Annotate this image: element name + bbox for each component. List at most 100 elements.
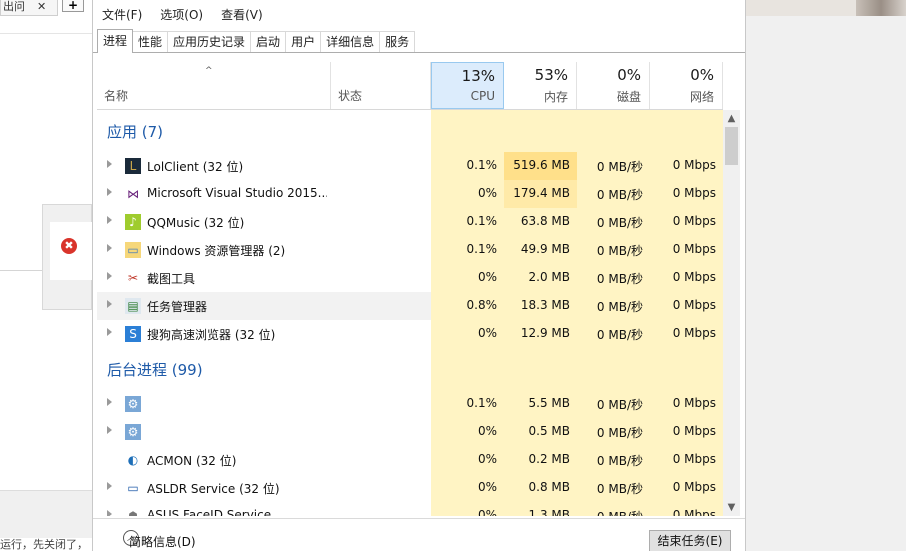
scroll-down-icon[interactable]: ▼ [723,499,740,516]
process-list: 应用 (7) L LolClient (32 位) 0.1% 519.6 MB 0 MB/… [97,110,723,516]
process-cpu-value: 0% [477,452,497,466]
process-row[interactable]: ▭ Windows 资源管理器 (2) 0.1% 49.9 MB 0 MB/秒 0 Mbp… [97,236,723,264]
background-panel [0,490,92,538]
background-divider [0,33,92,34]
network-column-label: 网络 [689,90,714,104]
new-tab-button[interactable]: + [62,0,84,12]
process-disk-value: 0 MB/秒 [596,454,643,468]
background-browser-tab[interactable]: 出问 ✕ [0,0,58,16]
process-mem-value: 2.0 MB [528,270,570,284]
scrollbar-thumb[interactable] [725,127,738,165]
process-name: ACMON (32 位) [147,454,237,468]
column-network-header[interactable]: 0% 网络 [650,62,723,109]
chevron-right-icon[interactable] [107,188,112,196]
tab-startup[interactable]: 启动 [250,31,287,53]
process-cpu-value: 0.1% [466,396,498,410]
process-row[interactable]: ⚙ 0% 0.5 MB 0 MB/秒 0 Mbps [97,418,723,446]
column-name-header[interactable]: ^ 名称 [97,62,331,109]
scroll-up-icon[interactable]: ▲ [723,110,740,127]
tab-app-history[interactable]: 应用历史记录 [167,31,252,53]
tab-processes[interactable]: 进程 [97,29,134,53]
process-cpu-value: 0.1% [466,158,498,172]
tab-details[interactable]: 详细信息 [320,31,381,53]
process-net-value: 0 Mbps [672,452,716,466]
process-net-value: 0 Mbps [672,326,716,340]
disk-total-percent: 0% [617,66,641,84]
process-name: 截图工具 [147,272,196,286]
menu-view[interactable]: 查看(V) [212,6,272,24]
process-disk-value: 0 MB/秒 [596,216,643,230]
process-net-value: 0 Mbps [672,158,716,172]
column-status-header[interactable]: 状态 [331,62,431,109]
process-net-value: 0 Mbps [672,214,716,228]
menu-options[interactable]: 选项(O) [151,6,212,24]
chevron-right-icon[interactable] [107,482,112,490]
error-icon: ✖ [61,238,77,254]
process-row[interactable]: ◐ ACMON (32 位) 0% 0.2 MB 0 MB/秒 0 Mbps [97,446,723,474]
chevron-right-icon[interactable] [107,426,112,434]
process-name: Windows 资源管理器 (2) [147,244,286,258]
acmon-icon: ◐ [127,453,139,467]
chevron-right-icon[interactable] [107,272,112,280]
process-cpu-value: 0.1% [466,214,498,228]
column-status-label: 状态 [338,89,363,103]
chevron-right-icon[interactable] [107,398,112,406]
process-net-value: 0 Mbps [672,480,716,494]
close-icon[interactable]: ✕ [37,0,46,14]
column-memory-header[interactable]: 53% 内存 [504,62,577,109]
chevron-right-icon[interactable] [107,216,112,224]
process-row[interactable]: ☗ ASUS FaceID Service 0% 1.3 MB 0 MB/秒 0 Mbps [97,502,723,516]
sogou-browser-icon: S [125,326,141,342]
process-mem-value: 63.8 MB [520,214,570,228]
process-mem-value: 519.6 MB [513,158,570,172]
tab-divider [93,52,745,53]
process-name: 搜狗高速浏览器 (32 位) [147,328,276,342]
disk-column-label: 磁盘 [616,90,641,104]
snipping-tool-icon: ✂ [127,271,139,285]
process-mem-value: 1.3 MB [528,508,570,516]
cpu-total-percent: 13% [461,67,495,85]
process-name: QQMusic (32 位) [147,216,245,230]
background-text: 运行，先关闭了， [0,538,88,551]
process-row[interactable]: ✂ 截图工具 0% 2.0 MB 0 MB/秒 0 Mbps [97,264,723,292]
cpu-column-label: CPU [470,89,495,103]
group-header: 后台进程 (99) [97,348,723,390]
lol-icon: L [125,158,141,174]
vertical-scrollbar[interactable]: ▲ ▼ [723,110,740,516]
process-row[interactable]: ▭ ASLDR Service (32 位) 0% 0.8 MB 0 MB/秒 0 Mbp… [97,474,723,502]
tab-services[interactable]: 服务 [379,31,416,53]
process-row[interactable]: ▤ 任务管理器 0.8% 18.3 MB 0 MB/秒 0 Mbps [97,292,723,320]
process-net-value: 0 Mbps [672,270,716,284]
window-icon: ▭ [127,481,139,495]
group-title: 应用 (7) [107,123,164,141]
process-cpu-value: 0% [477,480,497,494]
chevron-right-icon[interactable] [107,300,112,308]
process-mem-value: 0.8 MB [528,480,570,494]
process-row[interactable]: ⚙ 0.1% 5.5 MB 0 MB/秒 0 Mbps [97,390,723,418]
process-disk-value: 0 MB/秒 [596,160,643,174]
menu-file[interactable]: 文件(F) [93,6,151,24]
group-header: 应用 (7) [97,110,723,152]
tab-users[interactable]: 用户 [285,31,322,53]
tab-performance[interactable]: 性能 [132,31,169,53]
column-cpu-header[interactable]: 13% CPU [431,62,504,109]
end-task-button[interactable]: 结束任务(E) [649,530,731,551]
process-mem-value: 179.4 MB [513,186,570,200]
process-row[interactable]: L LolClient (32 位) 0.1% 519.6 MB 0 MB/秒 0 Mbp… [97,152,723,180]
process-disk-value: 0 MB/秒 [596,398,643,412]
group-title: 后台进程 (99) [107,361,203,379]
process-cpu-value: 0% [477,508,497,516]
chevron-right-icon[interactable] [107,510,112,516]
chevron-right-icon[interactable] [107,244,112,252]
network-total-percent: 0% [690,66,714,84]
process-row[interactable]: ⋈ Microsoft Visual Studio 2015... 0% 179.4 … [97,180,723,208]
process-row[interactable]: ♪ QQMusic (32 位) 0.1% 63.8 MB 0 MB/秒 0 Mbps [97,208,723,236]
process-row[interactable]: S 搜狗高速浏览器 (32 位) 0% 12.9 MB 0 MB/秒 0 Mbps [97,320,723,348]
process-mem-value: 49.9 MB [520,242,570,256]
column-disk-header[interactable]: 0% 磁盘 [577,62,650,109]
fewer-details-link[interactable]: 简略信息(D) [129,533,196,550]
chevron-right-icon[interactable] [107,160,112,168]
process-net-value: 0 Mbps [672,186,716,200]
chevron-right-icon[interactable] [107,328,112,336]
task-manager-icon: ▤ [125,298,141,314]
